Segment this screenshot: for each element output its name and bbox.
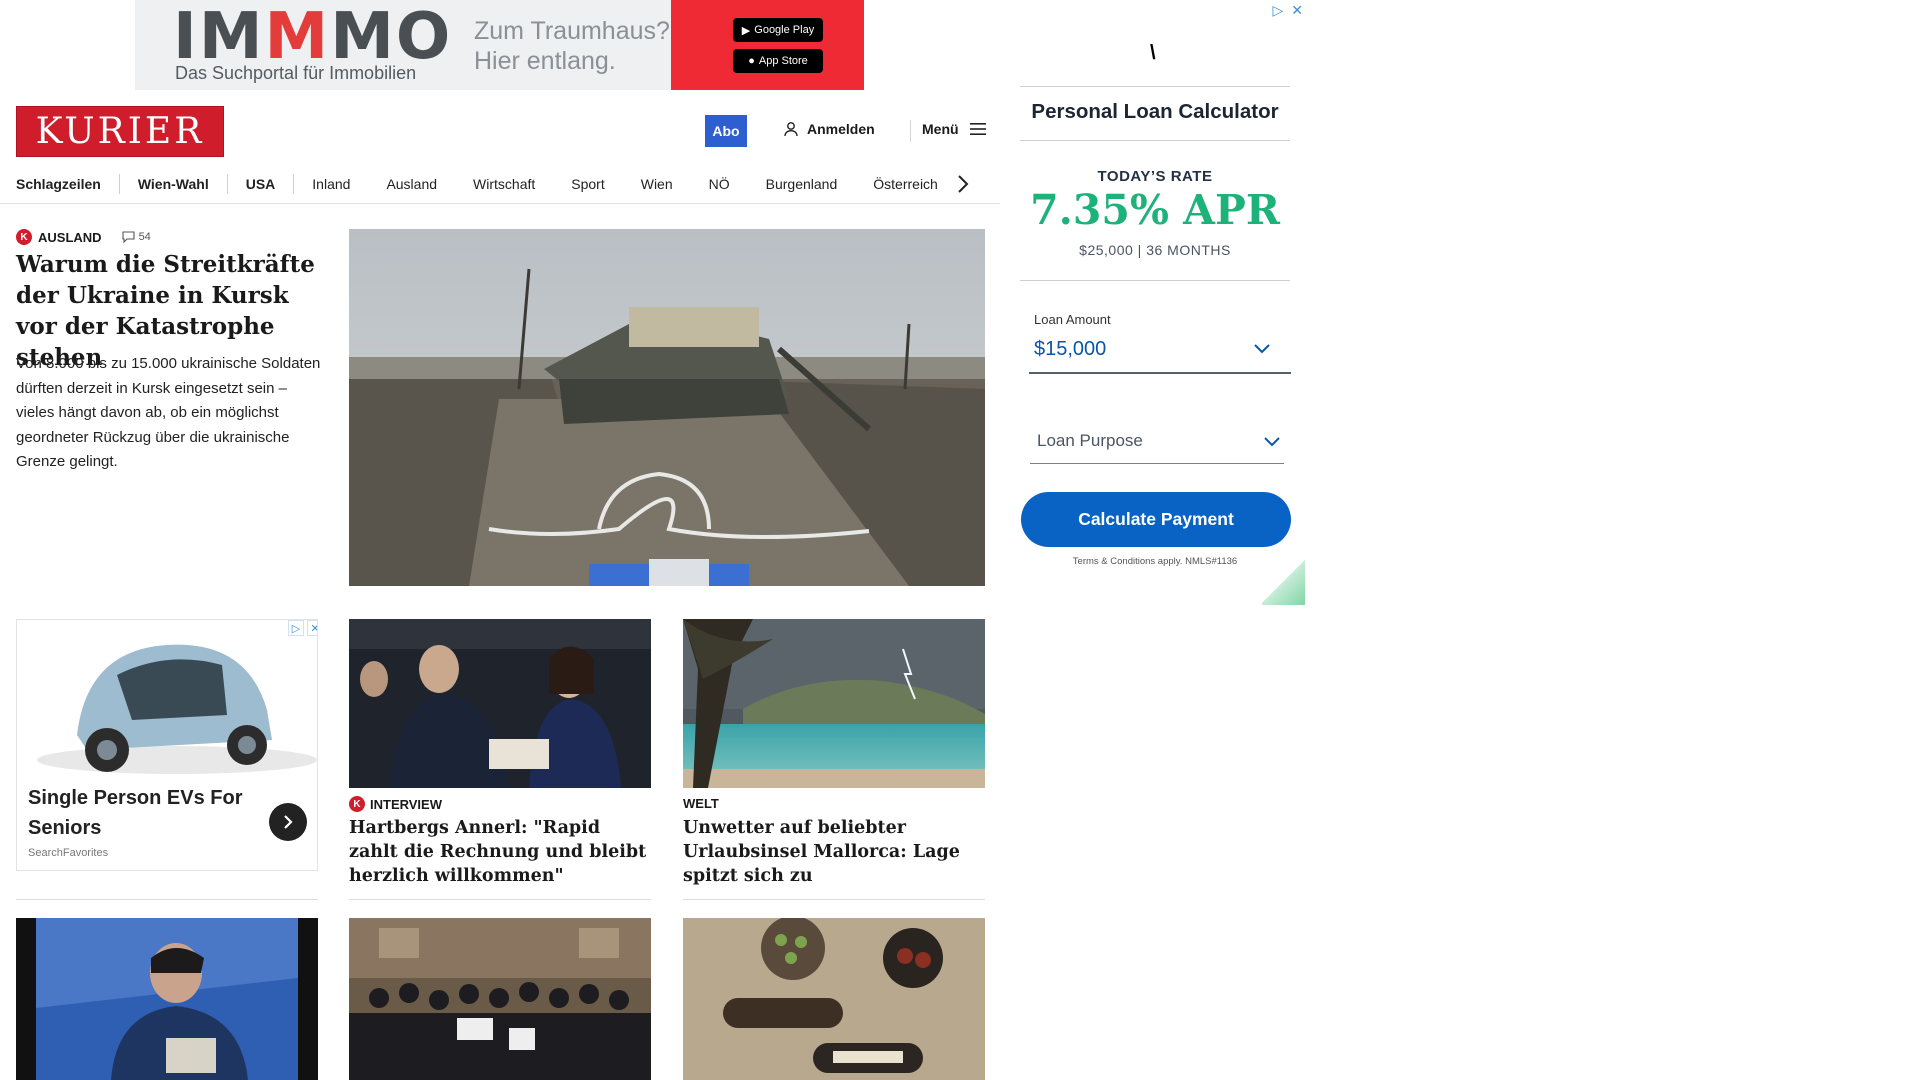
nav-item-ausland[interactable]: Ausland xyxy=(368,176,455,192)
article-divider xyxy=(349,899,651,900)
play-icon: ▶ xyxy=(741,24,751,37)
article-headline[interactable]: Hartbergs Annerl: "Rapid zahlt die Rechn… xyxy=(349,816,651,888)
nav-item-wirtschaft[interactable]: Wirtschaft xyxy=(455,176,553,192)
nav-item-inland[interactable]: Inland xyxy=(294,176,368,192)
article-meta: K INTERVIEW xyxy=(349,796,442,812)
apple-icon: ● xyxy=(748,55,755,67)
ad-choices[interactable]: ▷ ✕ xyxy=(1272,2,1303,19)
interview-photo xyxy=(349,619,651,788)
article-headline[interactable]: Unwetter auf beliebter Urlaubsinsel Mall… xyxy=(683,816,985,888)
comment-icon xyxy=(122,231,135,243)
article-divider xyxy=(16,899,318,900)
chevron-down-icon[interactable] xyxy=(1263,436,1281,448)
loan-amount-underline xyxy=(1029,372,1291,374)
adchoices-icon[interactable]: ▷ xyxy=(288,620,304,636)
calc-heading: Personal Loan Calculator xyxy=(1031,100,1279,123)
banner-tagline: Das Suchportal für Immobilien xyxy=(175,63,417,83)
ad-card-go-button[interactable] xyxy=(269,803,307,841)
login-button[interactable]: Anmelden xyxy=(783,121,875,137)
nav-item-oesterreich[interactable]: Österreich xyxy=(855,176,956,192)
tank-photo xyxy=(349,229,985,586)
chevron-down-icon[interactable] xyxy=(1253,343,1271,355)
loan-amount-label: Loan Amount xyxy=(1034,312,1111,327)
comment-count[interactable]: 54 xyxy=(122,231,151,243)
nav-bottom-border xyxy=(0,203,1000,204)
article-image-food[interactable] xyxy=(683,918,985,1080)
calculate-payment-button[interactable]: Calculate Payment xyxy=(1021,492,1291,547)
hero-meta: K AUSLAND 54 xyxy=(16,229,151,245)
header-divider xyxy=(910,120,911,142)
ad-corner-decoration xyxy=(1262,558,1305,605)
article-image-cctv[interactable] xyxy=(16,918,318,1080)
article-category[interactable]: INTERVIEW xyxy=(370,797,442,812)
loan-calculator-ad: ▷ ✕ \ Personal Loan Calculator TODAY’S R… xyxy=(1000,0,1305,605)
hero-lead: Von 8.000 bis zu 15.000 ukrainische Sold… xyxy=(16,355,321,470)
article-image-group[interactable] xyxy=(349,918,651,1080)
adchoices-icon[interactable]: ▷ xyxy=(1272,2,1283,19)
group-photo xyxy=(349,918,651,1080)
rate-value: 7.35% APR xyxy=(1030,186,1280,234)
main-navigation: Schlagzeilen Wien-Wahl USA Inland Auslan… xyxy=(16,168,991,200)
menu-label: Menü xyxy=(922,121,959,137)
kurier-k-badge-icon: K xyxy=(16,229,32,245)
loan-amount-select[interactable]: $15,000 xyxy=(1034,338,1106,361)
login-label: Anmelden xyxy=(807,121,875,137)
close-icon[interactable]: ✕ xyxy=(307,620,317,636)
kurier-logo[interactable]: KURIER xyxy=(16,106,224,157)
hamburger-icon xyxy=(969,123,986,135)
abo-button[interactable]: Abo xyxy=(705,115,747,147)
ad-card-source: SearchFavorites xyxy=(28,847,109,859)
nav-item-sport[interactable]: Sport xyxy=(553,176,622,192)
rate-label: TODAY’S RATE xyxy=(1097,168,1213,185)
hero-category[interactable]: AUSLAND xyxy=(38,230,102,245)
kurier-k-badge-icon: K xyxy=(349,796,365,812)
article-divider xyxy=(683,899,985,900)
banner-store-panel: ▶ Google Play ● App Store xyxy=(671,0,864,90)
google-play-button[interactable]: ▶ Google Play xyxy=(733,18,823,42)
cctv-photo xyxy=(16,918,318,1080)
nav-item-wien[interactable]: Wien xyxy=(623,176,691,192)
loan-purpose-underline xyxy=(1030,463,1284,464)
ad-card-title[interactable]: Single Person EVs For Seniors xyxy=(28,783,248,843)
calc-divider xyxy=(1020,86,1290,87)
terms-text[interactable]: Terms & Conditions apply. NMLS#1136 xyxy=(1020,556,1290,567)
ad-glyph: \ xyxy=(1150,42,1156,64)
calc-divider xyxy=(1020,140,1290,141)
app-store-button[interactable]: ● App Store xyxy=(733,49,823,73)
chevron-right-icon[interactable] xyxy=(956,174,970,194)
chevron-right-icon xyxy=(284,815,293,829)
mallorca-storm-photo xyxy=(683,619,985,788)
calc-divider xyxy=(1020,280,1290,281)
nav-item-wien-wahl[interactable]: Wien-Wahl xyxy=(120,176,227,192)
close-icon[interactable]: ✕ xyxy=(1291,2,1303,19)
loan-purpose-select[interactable]: Loan Purpose xyxy=(1037,431,1143,451)
food-photo xyxy=(683,918,985,1080)
nav-item-schlagzeilen[interactable]: Schlagzeilen xyxy=(16,176,119,192)
ev-car-image xyxy=(17,620,317,780)
article-image-interview[interactable] xyxy=(349,619,651,788)
nav-item-noe[interactable]: NÖ xyxy=(691,176,748,192)
article-meta: WELT xyxy=(683,796,719,811)
nav-item-usa[interactable]: USA xyxy=(228,176,294,192)
immmo-banner-ad[interactable]: IMMMO Das Suchportal für Immobilien Zum … xyxy=(135,0,864,90)
banner-slogan: Zum Traumhaus? Hier entlang. xyxy=(474,17,670,75)
rate-subtext: $25,000 | 36 MONTHS xyxy=(1079,242,1231,258)
ad-choices[interactable]: ▷✕ xyxy=(288,620,317,636)
user-icon xyxy=(784,122,798,137)
single-person-ev-ad[interactable]: ▷✕ Single Person EVs For Seniors SearchF… xyxy=(16,619,318,871)
hero-image-tank[interactable] xyxy=(349,229,985,586)
menu-button[interactable]: Menü xyxy=(922,121,987,137)
article-category[interactable]: WELT xyxy=(683,796,719,811)
article-image-mallorca[interactable] xyxy=(683,619,985,788)
nav-item-burgenland[interactable]: Burgenland xyxy=(748,176,856,192)
